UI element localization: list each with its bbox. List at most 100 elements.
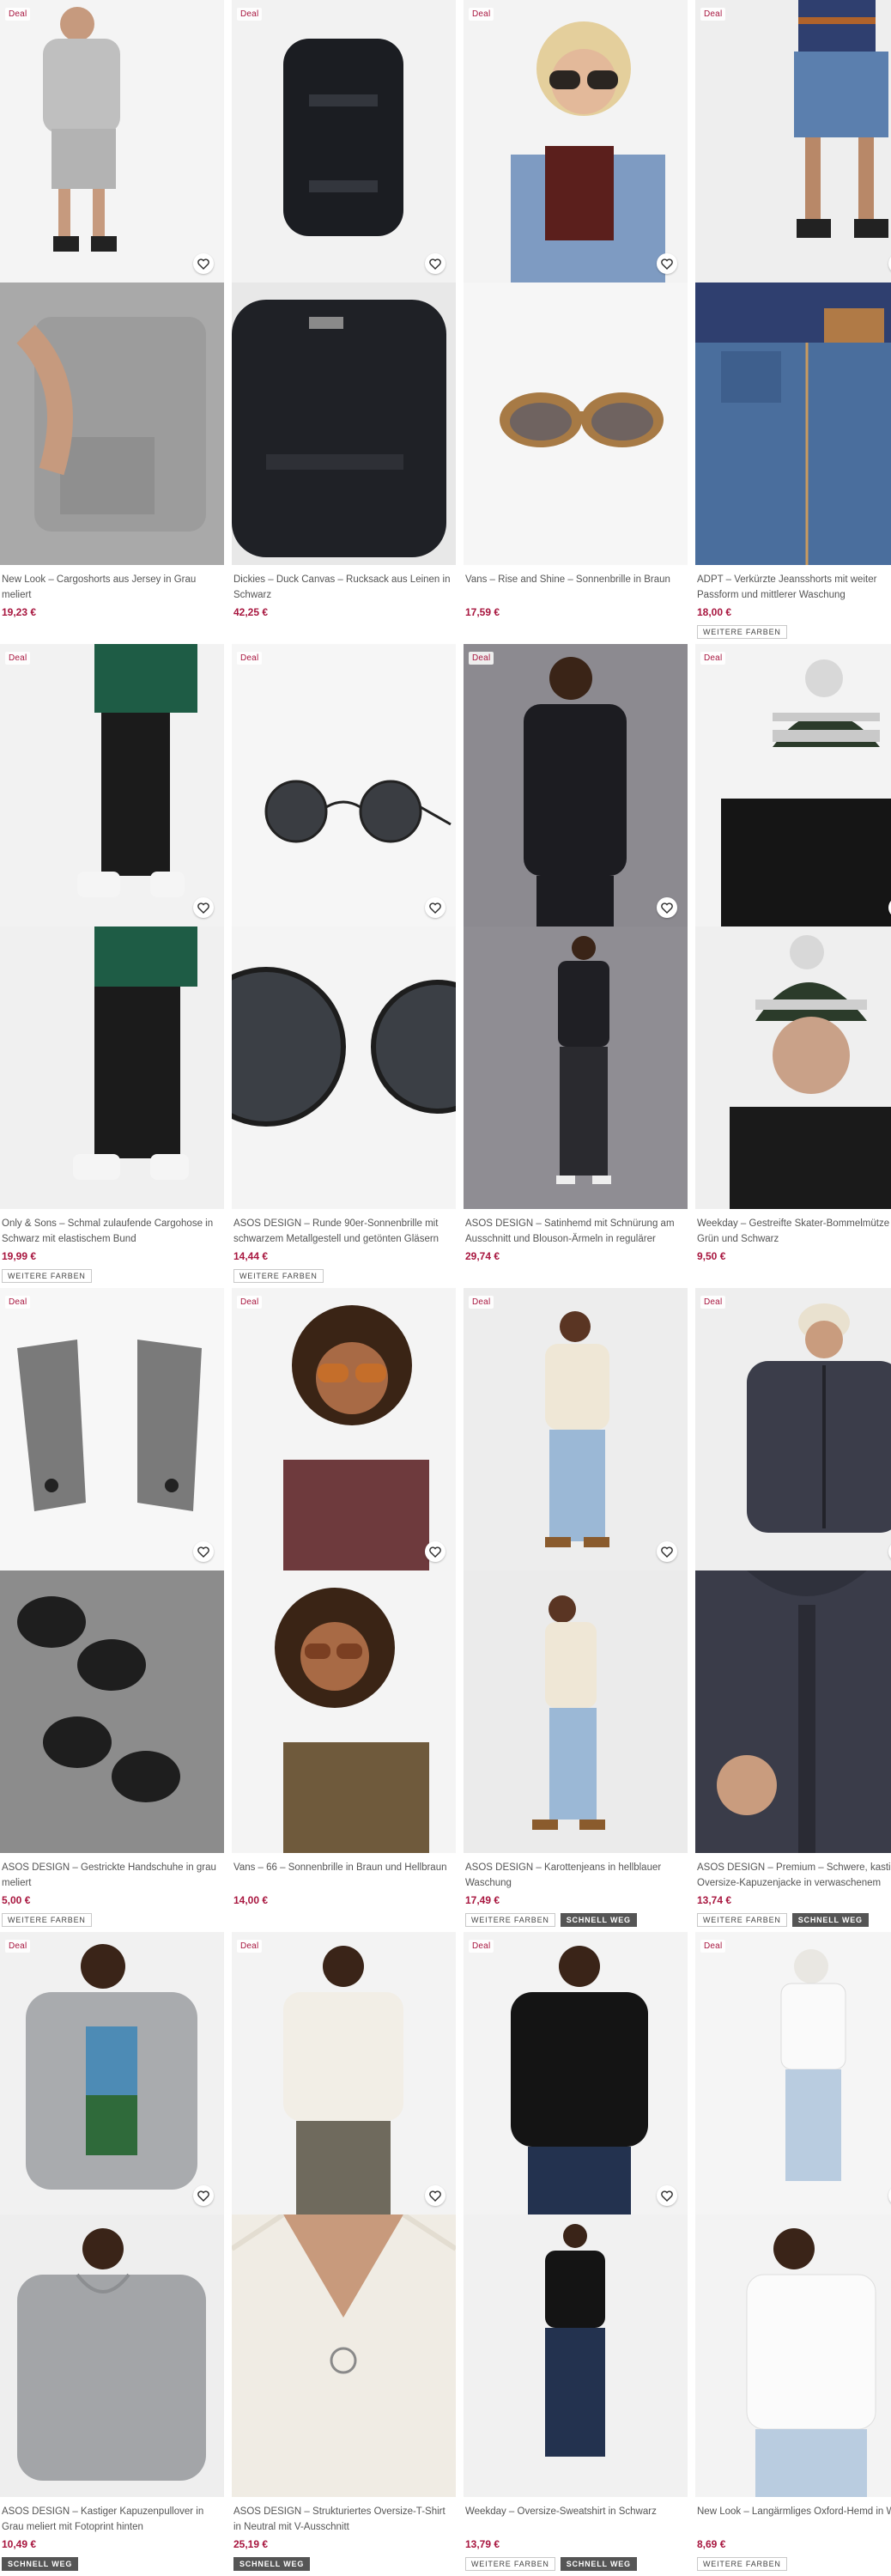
product-card[interactable]: Deal ASOS DESIGN – Gestrickte Handschuhe… [0,1288,224,1927]
heart-icon[interactable] [193,253,214,274]
product-image[interactable]: Deal [232,1288,456,1853]
product-image[interactable]: Deal [695,644,891,1209]
product-image[interactable]: Deal [0,1288,224,1853]
selling-fast-tag: SCHNELL WEG [560,1913,637,1927]
more-colors-tag[interactable]: WEITERE FARBEN [2,1269,92,1283]
product-photo-front [232,0,456,283]
product-image[interactable]: Deal [695,1288,891,1853]
product-photo-front [695,1932,891,2215]
heart-icon[interactable] [425,897,446,918]
product-photo-detail [0,283,224,565]
heart-icon[interactable] [657,253,677,274]
product-photo-front [464,1932,688,2215]
product-title[interactable]: Weekday – Oversize-Sweatshirt in Schwarz [464,2504,688,2535]
product-title[interactable]: ASOS DESIGN – Premium – Schwere, kastige… [695,1860,891,1891]
product-image[interactable]: Deal [0,0,224,565]
product-image[interactable]: Deal [695,1932,891,2497]
product-title[interactable]: Dickies – Duck Canvas – Rucksack aus Lei… [232,572,456,603]
product-photo-front [232,1288,456,1571]
product-card[interactable]: Deal Only & Sons – Schmal zulaufende Car… [0,644,224,1283]
heart-icon[interactable] [657,1541,677,1562]
heart-icon[interactable] [657,897,677,918]
selling-fast-tag: SCHNELL WEG [560,2557,637,2571]
product-title[interactable]: New Look – Cargoshorts aus Jersey in Gra… [0,572,224,603]
product-grid: Deal New Look – Cargoshorts aus Jersey i… [0,0,891,2576]
heart-icon[interactable] [425,2185,446,2206]
product-title[interactable]: Vans – Rise and Shine – Sonnenbrille in … [464,572,688,603]
product-title[interactable]: Weekday – Gestreifte Skater-Bommelmütze … [695,1216,891,1247]
product-image[interactable]: Deal [232,1932,456,2497]
product-image[interactable]: Deal [0,1932,224,2497]
more-colors-tag[interactable]: WEITERE FARBEN [465,1913,555,1927]
deal-badge: Deal [237,1940,263,1953]
product-title[interactable]: ASOS DESIGN – Karottenjeans in hellblaue… [464,1860,688,1891]
product-title[interactable]: ASOS DESIGN – Runde 90er-Sonnenbrille mi… [232,1216,456,1247]
product-title[interactable]: ASOS DESIGN – Satinhemd mit Schnürung am… [464,1216,688,1247]
more-colors-tag[interactable]: WEITERE FARBEN [697,1913,787,1927]
product-photo-front [0,1932,224,2215]
product-image[interactable]: Deal [0,644,224,1209]
heart-icon[interactable] [657,2185,677,2206]
product-card[interactable]: Deal Vans – Rise and Shine – Sonnenbrill… [464,0,688,618]
heart-icon[interactable] [193,2185,214,2206]
heart-icon[interactable] [425,1541,446,1562]
product-photo-detail [0,2215,224,2497]
product-photo-detail [464,2215,688,2497]
product-image[interactable]: Deal [695,0,891,565]
selling-fast-tag: SCHNELL WEG [2,2557,79,2571]
product-photo-front [0,644,224,927]
deal-badge: Deal [469,1296,494,1309]
product-photo-front [0,1288,224,1571]
more-colors-tag[interactable]: WEITERE FARBEN [697,625,787,639]
product-card[interactable]: Deal ADPT – Verkürzte Jeansshorts mit we… [695,0,891,639]
product-card[interactable]: Deal New Look – Langärmliges Oxford-Hemd… [695,1932,891,2571]
deal-badge: Deal [5,1940,31,1953]
product-tags: WEITERE FARBEN [233,1269,456,1283]
product-photo-front [695,1288,891,1571]
heart-icon[interactable] [193,1541,214,1562]
product-photo-front [695,0,891,283]
product-card[interactable]: Deal Weekday – Gestreifte Skater-Bommelm… [695,644,891,1262]
product-photo-detail [695,2215,891,2497]
deal-badge: Deal [469,8,494,21]
product-title[interactable]: Only & Sons – Schmal zulaufende Cargohos… [0,1216,224,1247]
product-title[interactable]: ADPT – Verkürzte Jeansshorts mit weiter … [695,572,891,603]
more-colors-tag[interactable]: WEITERE FARBEN [233,1269,324,1283]
product-photo-detail [0,1571,224,1853]
product-photo-detail [0,927,224,1209]
heart-icon[interactable] [425,253,446,274]
more-colors-tag[interactable]: WEITERE FARBEN [465,2557,555,2571]
product-card[interactable]: Deal ASOS DESIGN – Satinhemd mit Schnüru… [464,644,688,1262]
more-colors-tag[interactable]: WEITERE FARBEN [697,2557,787,2571]
product-card[interactable]: Deal ASOS DESIGN – Runde 90er-Sonnenbril… [232,644,456,1283]
product-image[interactable]: Deal [464,0,688,565]
product-price: 10,49 € [2,2538,37,2550]
product-photo-front [464,0,688,283]
product-title[interactable]: ASOS DESIGN – Kastiger Kapuzenpullover i… [0,2504,224,2535]
product-image[interactable]: Deal [464,644,688,1209]
product-card[interactable]: Deal New Look – Cargoshorts aus Jersey i… [0,0,224,618]
product-photo-front [695,644,891,927]
product-price: 17,49 € [465,1894,500,1906]
product-image[interactable]: Deal [232,0,456,565]
deal-badge: Deal [5,8,31,21]
product-card[interactable]: Deal ASOS DESIGN – Karottenjeans in hell… [464,1288,688,1927]
product-title[interactable]: Vans – 66 – Sonnenbrille in Braun und He… [232,1860,456,1891]
product-price: 8,69 € [697,2538,726,2550]
heart-icon[interactable] [193,897,214,918]
product-image[interactable]: Deal [464,1932,688,2497]
product-title[interactable]: New Look – Langärmliges Oxford-Hemd in W… [695,2504,891,2535]
product-card[interactable]: Deal Vans – 66 – Sonnenbrille in Braun u… [232,1288,456,1906]
product-card[interactable]: Deal ASOS DESIGN – Strukturiertes Oversi… [232,1932,456,2571]
more-colors-tag[interactable]: WEITERE FARBEN [2,1913,92,1927]
product-card[interactable]: Deal Weekday – Oversize-Sweatshirt in Sc… [464,1932,688,2571]
product-card[interactable]: Deal ASOS DESIGN – Premium – Schwere, ka… [695,1288,891,1927]
product-photo-detail [695,927,891,1209]
product-card[interactable]: Deal ASOS DESIGN – Kastiger Kapuzenpullo… [0,1932,224,2571]
product-image[interactable]: Deal [464,1288,688,1853]
product-photo-detail [695,1571,891,1853]
product-title[interactable]: ASOS DESIGN – Strukturiertes Oversize-T-… [232,2504,456,2535]
product-title[interactable]: ASOS DESIGN – Gestrickte Handschuhe in g… [0,1860,224,1891]
product-image[interactable]: Deal [232,644,456,1209]
product-card[interactable]: Deal Dickies – Duck Canvas – Rucksack au… [232,0,456,618]
